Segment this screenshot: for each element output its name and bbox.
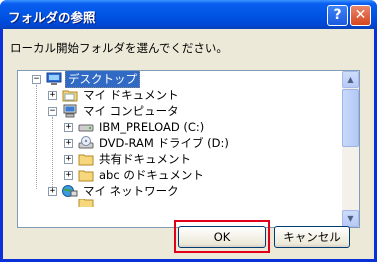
tree-item-my-computer[interactable]: − マイ コンピュータ [48, 103, 181, 119]
tree-item-abc-documents[interactable]: + abc のドキュメント [64, 167, 206, 183]
tree-item-label: abc のドキュメント [99, 168, 204, 182]
collapse-toggle[interactable]: − [32, 74, 41, 84]
close-button[interactable]: ✕ [350, 5, 371, 26]
scroll-thumb[interactable] [342, 89, 359, 147]
expand-toggle[interactable]: + [48, 90, 57, 100]
expand-toggle[interactable]: + [64, 154, 73, 164]
tree-item-label: デスクトップ [65, 71, 140, 88]
instruction-text: ローカル開始フォルダを選んでください。 [10, 41, 228, 55]
folder-icon [78, 152, 94, 166]
desktop-icon [46, 72, 62, 86]
tree-line [52, 117, 53, 193]
expand-toggle[interactable]: + [64, 122, 73, 132]
expand-toggle[interactable]: + [64, 138, 73, 148]
folder-icon [62, 88, 78, 102]
tree-item-label: IBM_PRELOAD (C:) [99, 120, 205, 134]
tree-item-drive-d[interactable]: + DVD-RAM ドライブ (D:) [64, 135, 231, 151]
tree-item-partial [64, 199, 97, 207]
dvd-drive-icon [78, 136, 94, 150]
folder-icon [78, 199, 94, 207]
expand-toggle[interactable]: + [48, 186, 57, 196]
tree-item-my-documents[interactable]: + マイ ドキュメント [48, 87, 181, 103]
folder-icon [78, 168, 94, 182]
dialog-body: ローカル開始フォルダを選んでください。 − デスクトップ + マイ ドキュメント [3, 29, 374, 259]
tree-item-drive-c[interactable]: + IBM_PRELOAD (C:) [64, 119, 206, 135]
collapse-toggle[interactable]: − [48, 106, 57, 116]
hard-drive-icon [78, 120, 94, 134]
tree-item-label: 共有ドキュメント [99, 152, 191, 166]
tree-item-label: DVD-RAM ドライブ (D:) [99, 136, 229, 150]
tree-line [36, 85, 37, 189]
tree-item-label: マイ ドキュメント [83, 88, 179, 102]
tree-item-my-network[interactable]: + マイ ネットワーク [48, 183, 181, 199]
folder-tree[interactable]: − デスクトップ + マイ ドキュメント − マイ コンピュータ + IBM_P… [17, 70, 360, 228]
scroll-up-icon[interactable]: ▲ [342, 71, 359, 88]
tree-item-desktop[interactable]: − デスクトップ [32, 71, 140, 88]
vertical-scrollbar[interactable]: ▲ ▼ [342, 71, 359, 227]
title-bar[interactable]: フォルダの参照 ? ✕ [0, 0, 377, 29]
ok-button[interactable]: OK [178, 226, 266, 248]
expand-toggle[interactable]: + [64, 170, 73, 180]
tree-item-label: マイ コンピュータ [83, 104, 179, 118]
tree-item-label: マイ ネットワーク [83, 184, 179, 198]
computer-icon [62, 104, 78, 118]
dialog-title: フォルダの参照 [8, 10, 96, 25]
tree-item-shared-documents[interactable]: + 共有ドキュメント [64, 151, 193, 167]
cancel-button[interactable]: キャンセル [274, 226, 350, 248]
network-icon [62, 184, 78, 198]
scroll-down-icon[interactable]: ▼ [342, 210, 359, 227]
browse-folder-dialog: フォルダの参照 ? ✕ ローカル開始フォルダを選んでください。 − デスクトップ… [0, 0, 377, 262]
help-button[interactable]: ? [327, 5, 348, 26]
